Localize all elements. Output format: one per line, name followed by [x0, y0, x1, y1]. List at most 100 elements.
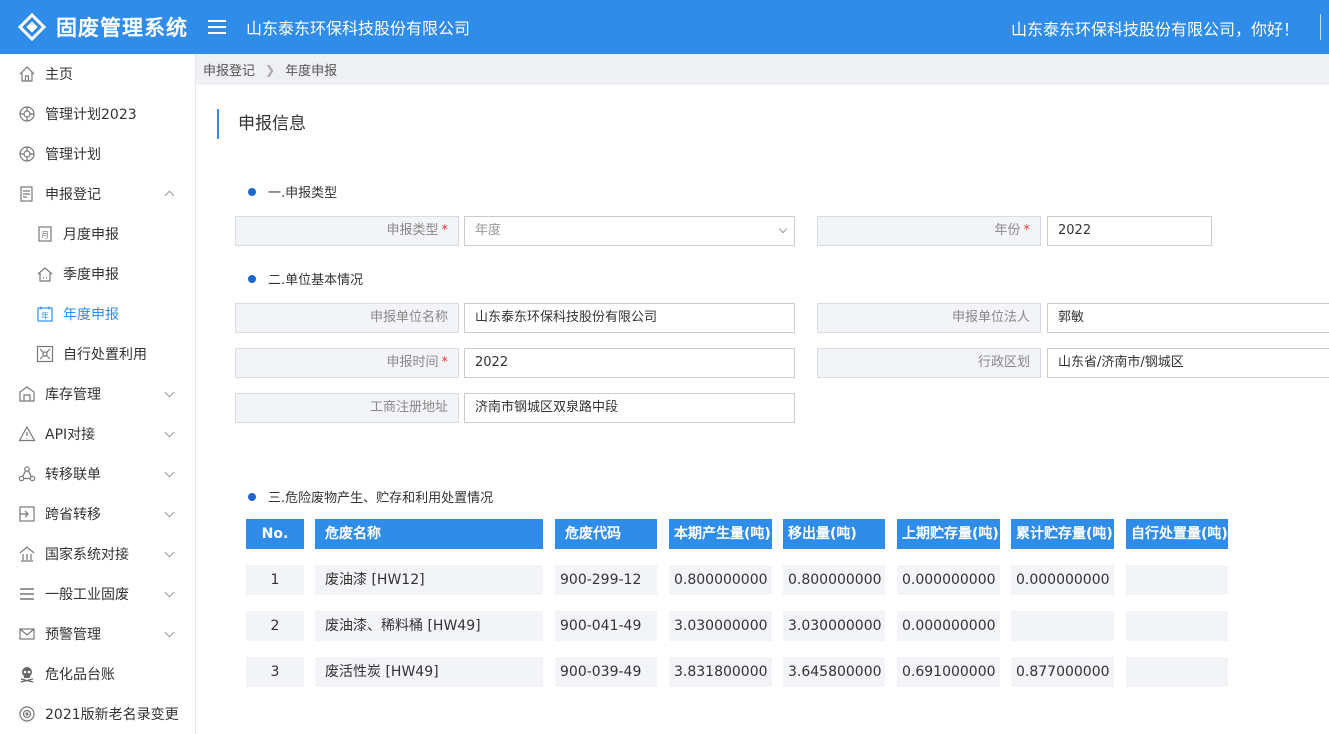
- sidebar-item-quarterly[interactable]: 季度申报: [0, 254, 195, 294]
- table-header-moved-out: 移出量(吨): [783, 519, 885, 549]
- quarter-icon: [36, 265, 54, 283]
- label-text: 申报单位法人: [951, 310, 1030, 325]
- region-label: 行政区划: [817, 348, 1041, 378]
- table-cell-code: 900-039-49: [555, 657, 657, 687]
- document-icon: [18, 185, 36, 203]
- year-icon: 年: [36, 305, 54, 323]
- sidebar-item-annual[interactable]: 年 年度申报: [0, 294, 195, 334]
- svg-text:月: 月: [41, 231, 49, 240]
- month-icon: 月: [36, 225, 54, 243]
- sidebar-item-label: 年度申报: [63, 307, 119, 323]
- region-input[interactable]: 山东省/济南市/钢城区: [1047, 348, 1329, 378]
- sidebar-item-label: 危化品台账: [45, 667, 115, 683]
- sidebar-item-label: 月度申报: [63, 227, 119, 243]
- sidebar-item-label: 转移联单: [45, 467, 101, 483]
- user-greeting[interactable]: 山东泰东环保科技股份有限公司，你好！: [1011, 16, 1299, 40]
- unit-name-input[interactable]: 山东泰东环保科技股份有限公司: [464, 303, 795, 333]
- svg-text:年: 年: [41, 311, 49, 321]
- sidebar-item-transfer[interactable]: 转移联单: [0, 454, 195, 494]
- year-input[interactable]: 2022: [1047, 216, 1212, 246]
- declaration-time-input[interactable]: 2022: [464, 348, 795, 378]
- chevron-down-icon: [164, 467, 175, 478]
- label-text: 申报类型: [386, 223, 439, 238]
- settings-icon: [18, 705, 36, 723]
- table-cell-prev-stock: 0.000000000: [897, 611, 1000, 641]
- sidebar-item-general-waste[interactable]: 一般工业固废: [0, 574, 195, 614]
- header-divider: [1320, 14, 1321, 40]
- table-cell-no: 2: [246, 611, 304, 641]
- menu-toggle-icon[interactable]: [208, 20, 226, 34]
- section-heading-text: 三.危险废物产生、贮存和利用处置情况: [268, 491, 494, 506]
- sidebar: 主页 管理计划2023 管理计划 申报登记 月 月度申报 季度申报 年 年度申报…: [0, 54, 196, 734]
- plan-icon: [18, 105, 36, 123]
- table-header-produced: 本期产生量(吨): [669, 519, 772, 549]
- sidebar-item-label: 库存管理: [45, 387, 101, 403]
- bullet-dot-icon: [248, 492, 256, 501]
- skull-icon: [18, 665, 36, 683]
- table-cell-produced: 3.831800000: [669, 657, 772, 687]
- api-icon: [18, 425, 36, 443]
- sidebar-item-cross-province[interactable]: 跨省转移: [0, 494, 195, 534]
- label-text: 申报单位名称: [369, 310, 448, 325]
- sidebar-item-api[interactable]: API对接: [0, 414, 195, 454]
- address-input[interactable]: 济南市钢城区双泉路中段: [464, 393, 795, 423]
- sidebar-item-hazard-ledger[interactable]: 危化品台账: [0, 654, 195, 694]
- label-text: 工商注册地址: [369, 400, 448, 415]
- home-icon: [18, 65, 36, 83]
- sidebar-item-declaration[interactable]: 申报登记: [0, 174, 195, 214]
- label-text: 申报时间: [386, 355, 439, 370]
- network-icon: [36, 345, 54, 363]
- chevron-down-icon: [164, 507, 175, 518]
- logo-icon: [17, 12, 47, 42]
- sidebar-item-label: 2021版新老名录变更: [45, 707, 179, 723]
- section-heading-type: 一.申报类型: [248, 182, 337, 201]
- chevron-down-icon: [164, 627, 175, 638]
- declaration-time-label: 申报时间 *: [235, 348, 459, 378]
- breadcrumb: 申报登记 ❯ 年度申报: [196, 54, 1329, 85]
- sidebar-item-warning[interactable]: 预警管理: [0, 614, 195, 654]
- app-logo[interactable]: 固废管理系统: [0, 12, 196, 42]
- sidebar-item-inventory[interactable]: 库存管理: [0, 374, 195, 414]
- table-cell-moved-out: 3.645800000: [783, 657, 885, 687]
- sidebar-item-label: 国家系统对接: [45, 547, 129, 563]
- table-cell-cum-stock: 0.877000000: [1011, 657, 1114, 687]
- table-cell-cum-stock: [1011, 611, 1114, 641]
- table-cell-produced: 3.030000000: [669, 611, 772, 641]
- chevron-down-icon: [164, 387, 175, 398]
- sidebar-item-national-system[interactable]: 国家系统对接: [0, 534, 195, 574]
- cross-province-icon: [18, 505, 36, 523]
- sidebar-item-label: 预警管理: [45, 627, 101, 643]
- building-icon: [18, 545, 36, 563]
- warehouse-icon: [18, 385, 36, 403]
- chevron-down-icon: [164, 427, 175, 438]
- breadcrumb-item-annual: 年度申报: [285, 64, 338, 79]
- required-mark: *: [441, 355, 449, 370]
- sidebar-item-label: 管理计划2023: [45, 107, 137, 123]
- sidebar-item-home[interactable]: 主页: [0, 54, 195, 94]
- list-icon: [18, 585, 36, 603]
- sidebar-item-self-disposal[interactable]: 自行处置利用: [0, 334, 195, 374]
- table-cell-self-disposal: [1126, 657, 1228, 687]
- legal-person-input[interactable]: 郭敏: [1047, 303, 1329, 333]
- section-heading-waste: 三.危险废物产生、贮存和利用处置情况: [248, 487, 493, 506]
- table-header-name: 危废名称: [315, 519, 543, 549]
- declaration-type-select[interactable]: 年度: [464, 216, 795, 246]
- sidebar-item-directory-change[interactable]: 2021版新老名录变更: [0, 694, 195, 734]
- app-title: 固废管理系统: [56, 16, 188, 40]
- breadcrumb-item-declaration[interactable]: 申报登记: [203, 60, 255, 79]
- sidebar-item-plan[interactable]: 管理计划: [0, 134, 195, 174]
- sidebar-item-monthly[interactable]: 月 月度申报: [0, 214, 195, 254]
- sidebar-item-plan-2023[interactable]: 管理计划2023: [0, 94, 195, 134]
- table-cell-name: 废活性炭 [HW49]: [315, 657, 543, 687]
- table-cell-self-disposal: [1126, 565, 1228, 595]
- table-header-no: No.: [246, 519, 304, 549]
- sidebar-item-label: 跨省转移: [45, 507, 101, 523]
- section-heading-text: 二.单位基本情况: [268, 273, 364, 288]
- transfer-icon: [18, 465, 36, 483]
- sidebar-item-label: API对接: [45, 427, 96, 443]
- table-cell-code: 900-041-49: [555, 611, 657, 641]
- page-title: 申报信息: [217, 109, 306, 139]
- chevron-down-icon: [164, 547, 175, 558]
- bullet-dot-icon: [248, 274, 256, 283]
- sidebar-item-label: 自行处置利用: [63, 347, 147, 363]
